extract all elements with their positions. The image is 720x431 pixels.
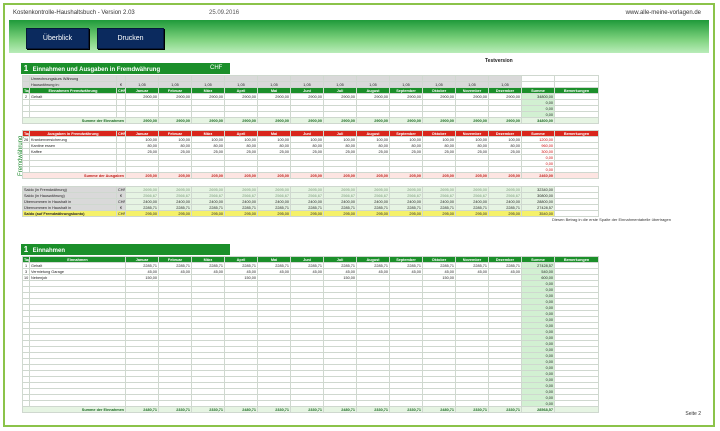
- section-number: 1: [23, 245, 29, 254]
- balance-value[interactable]: 295,00: [323, 210, 357, 217]
- overview-button[interactable]: Überblick: [26, 28, 89, 49]
- section-header-income: 1 Einnahmen: [21, 244, 230, 255]
- balance-currency[interactable]: CHF: [116, 210, 126, 217]
- spacer[interactable]: [23, 179, 599, 187]
- total-value[interactable]: 2330,71: [488, 406, 522, 413]
- total-value[interactable]: 2480,71: [422, 406, 456, 413]
- balance-value[interactable]: 295,00: [488, 210, 522, 217]
- spacer: [23, 179, 599, 187]
- total-value[interactable]: 2480,71: [224, 406, 258, 413]
- total-sum[interactable]: 28568,57: [521, 406, 555, 413]
- print-button[interactable]: Drucken: [97, 28, 164, 49]
- balance-row: Saldo (auf Fremdwährungskonto) CHF 295,00 2…: [22, 210, 599, 217]
- title-bar: Kostenkontrolle-Haushaltsbuch - Version …: [11, 8, 707, 18]
- total-value[interactable]: 2330,71: [257, 406, 291, 413]
- balance-value[interactable]: 295,00: [455, 210, 489, 217]
- balance-sum[interactable]: 3540,00: [521, 210, 555, 217]
- balance-value[interactable]: 295,00: [356, 210, 390, 217]
- date: 25.09.2016: [209, 10, 240, 16]
- testversion-label: Testversion: [485, 58, 513, 64]
- balance-value[interactable]: 295,00: [290, 210, 324, 217]
- section-header-foreign: 1 Einnahmen und Ausgaben in Fremdwährung…: [21, 63, 230, 74]
- section-title: Einnahmen: [32, 248, 66, 254]
- sheet-frame: Kostenkontrolle-Haushaltsbuch - Version …: [3, 3, 715, 427]
- section-currency: CHF: [210, 65, 223, 71]
- notes-cell[interactable]: [554, 210, 599, 217]
- total-value[interactable]: 2480,71: [125, 406, 159, 413]
- total-value[interactable]: 2330,71: [389, 406, 423, 413]
- toolbar: Überblick Drucken: [9, 20, 709, 53]
- balance-value[interactable]: 295,00: [125, 210, 159, 217]
- total-value[interactable]: 2330,71: [455, 406, 489, 413]
- total-value[interactable]: 2480,71: [323, 406, 357, 413]
- income-total-row: Summe der Einnahmen 2480,71 2330,71 2330,71…: [22, 406, 599, 413]
- balance-value[interactable]: 295,00: [191, 210, 225, 217]
- total-value[interactable]: 2330,71: [158, 406, 192, 413]
- section-number: 1: [23, 64, 29, 73]
- section-title: Einnahmen und Ausgaben in Fremdwährung: [32, 67, 161, 73]
- balance-value[interactable]: 295,00: [158, 210, 192, 217]
- transfer-note: Diesen Betrag in die erste Spalte der Ei…: [552, 217, 671, 222]
- total-value[interactable]: 2330,71: [191, 406, 225, 413]
- balance-value[interactable]: 295,00: [422, 210, 456, 217]
- page-number: Seite 2: [685, 411, 701, 417]
- spacer[interactable]: [23, 124, 599, 131]
- balance-value[interactable]: 295,00: [389, 210, 423, 217]
- app-title: Kostenkontrolle-Haushaltsbuch - Version …: [13, 10, 135, 16]
- total-value[interactable]: 2330,71: [290, 406, 324, 413]
- balance-label[interactable]: Saldo (auf Fremdwährungskonto): [22, 210, 117, 217]
- website-link[interactable]: www.alle-meine-vorlagen.de: [626, 10, 701, 16]
- total-label[interactable]: Summe der Einnahmen: [22, 406, 126, 413]
- blank[interactable]: [554, 406, 599, 413]
- balance-value[interactable]: 295,00: [224, 210, 258, 217]
- balance-value[interactable]: 295,00: [257, 210, 291, 217]
- total-value[interactable]: 2330,71: [356, 406, 390, 413]
- spacer: [23, 124, 599, 131]
